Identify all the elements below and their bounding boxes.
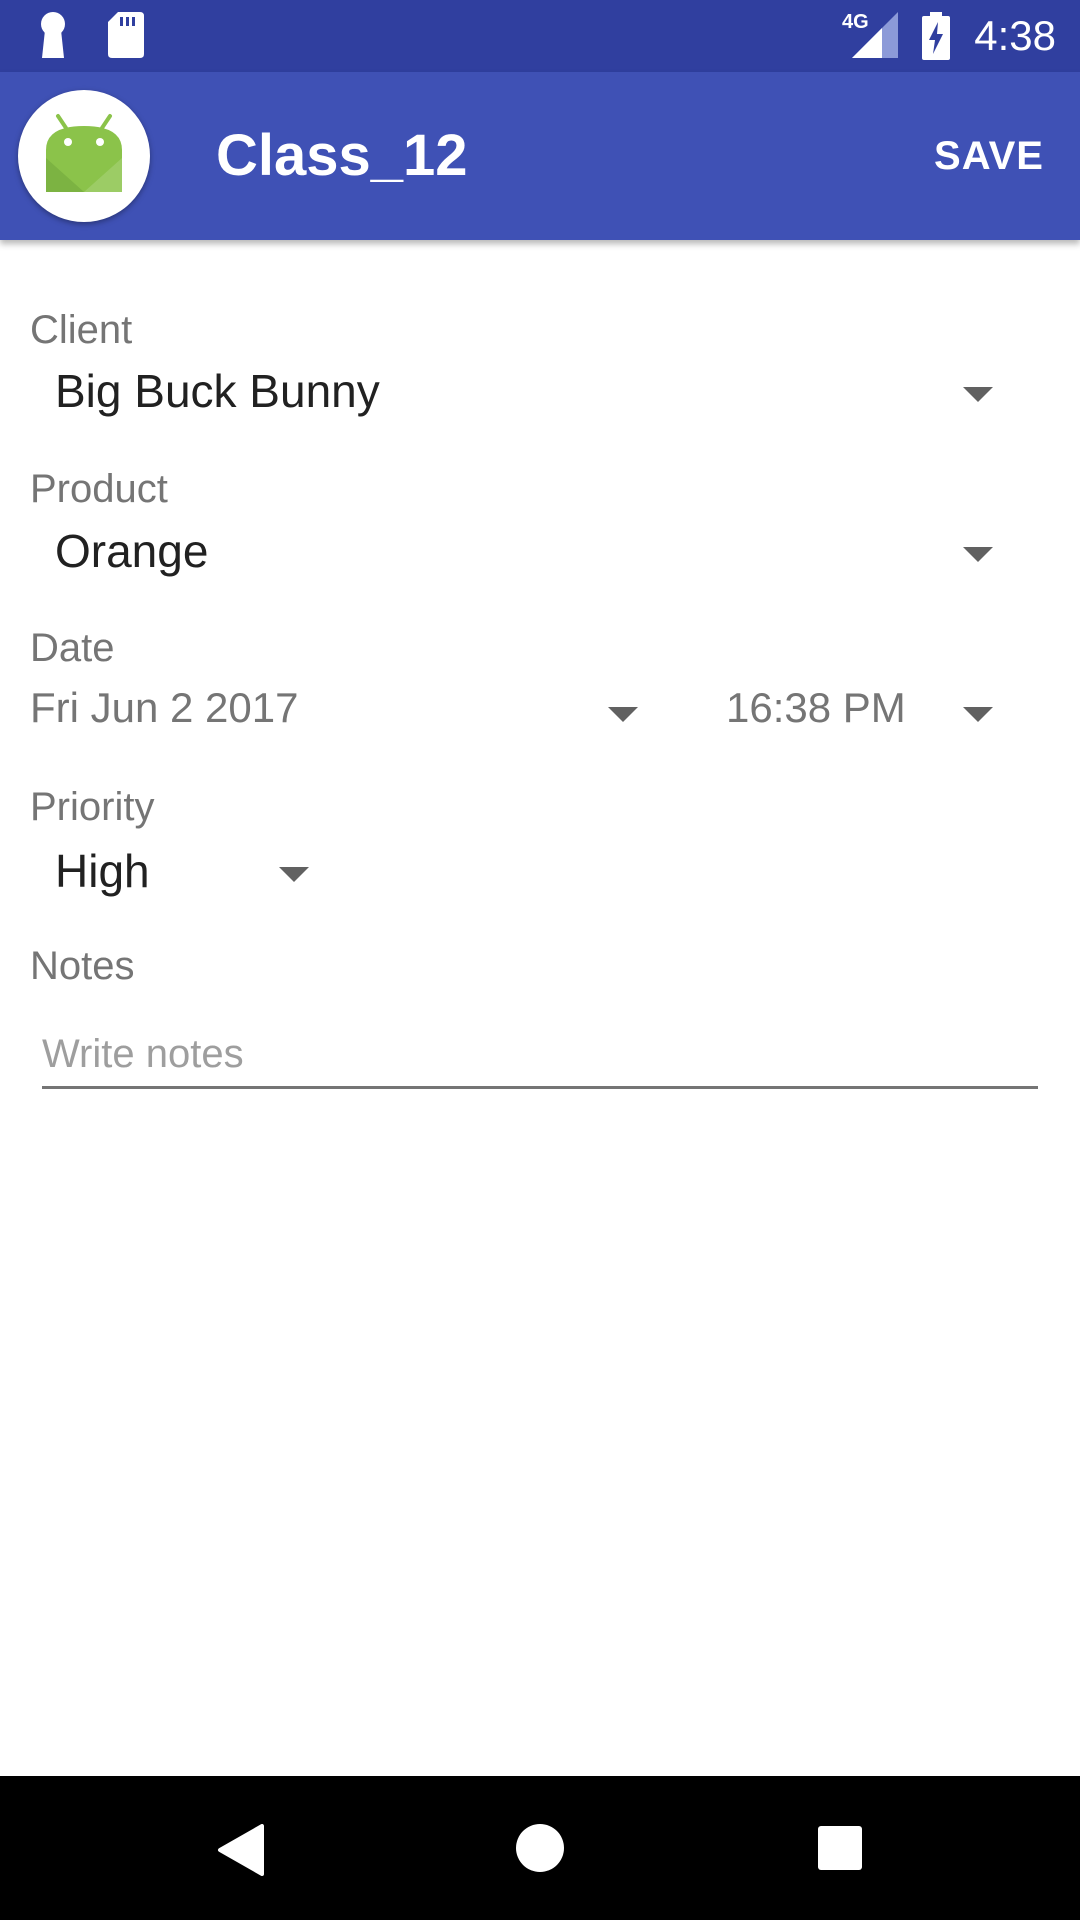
chevron-down-icon: [963, 707, 993, 722]
status-time: 4:38: [974, 12, 1056, 59]
priority-value: High: [55, 845, 150, 897]
keyhole-icon: [36, 12, 70, 65]
chevron-down-icon: [279, 867, 309, 882]
recents-icon[interactable]: [817, 1825, 863, 1876]
date-value: Fri Jun 2 2017: [30, 684, 299, 731]
client-label: Client: [30, 308, 133, 352]
app-bar: Class_12 SAVE: [0, 72, 1080, 240]
chevron-down-icon: [963, 547, 993, 562]
time-value: 16:38 PM: [726, 684, 906, 731]
sd-card-icon: [108, 12, 144, 63]
product-spinner[interactable]: Orange: [30, 520, 1020, 590]
save-button[interactable]: SAVE: [934, 72, 1044, 240]
status-bar: 4G 4:38: [0, 0, 1080, 72]
chevron-down-icon: [608, 707, 638, 722]
client-value: Big Buck Bunny: [55, 365, 380, 417]
priority-spinner[interactable]: High: [30, 840, 330, 910]
home-icon[interactable]: [515, 1823, 565, 1878]
date-label: Date: [30, 626, 115, 670]
priority-label: Priority: [30, 785, 155, 829]
product-value: Orange: [55, 525, 209, 577]
navigation-bar: [0, 1776, 1080, 1920]
product-label: Product: [30, 467, 168, 511]
notes-input[interactable]: [42, 1022, 1038, 1089]
chevron-down-icon: [963, 387, 993, 402]
android-icon[interactable]: [18, 90, 150, 222]
cellular-signal-icon: [852, 12, 898, 63]
page-title: Class_12: [216, 123, 468, 188]
client-spinner[interactable]: Big Buck Bunny: [30, 360, 1020, 430]
back-icon[interactable]: [216, 1824, 264, 1881]
battery-charging-icon: [922, 12, 950, 65]
date-spinner[interactable]: Fri Jun 2 2017: [30, 680, 650, 750]
time-spinner[interactable]: 16:38 PM: [726, 680, 1026, 750]
notes-label: Notes: [30, 944, 135, 988]
